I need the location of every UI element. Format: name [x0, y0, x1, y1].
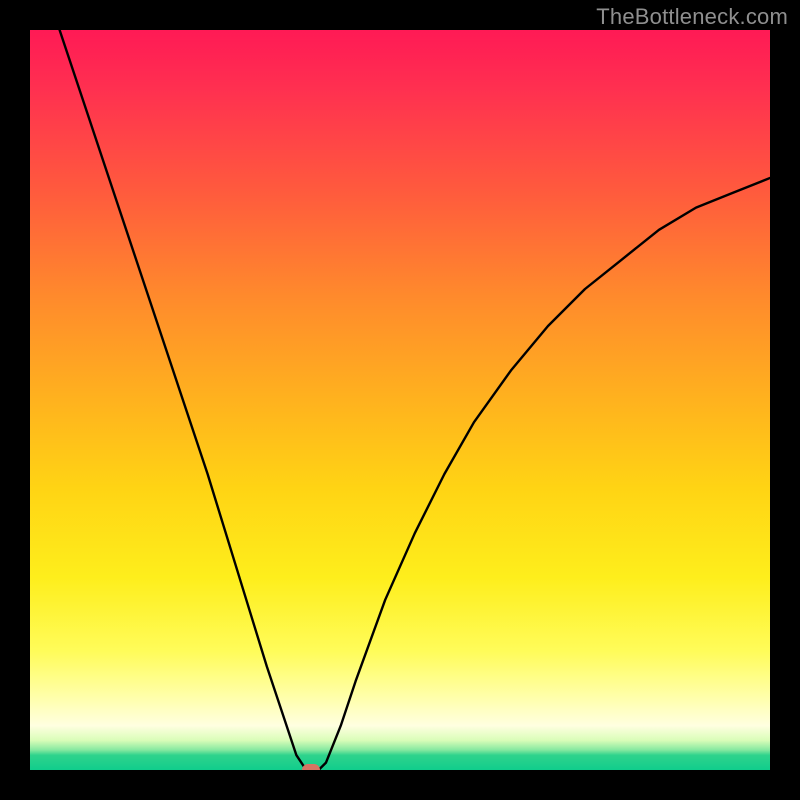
watermark-text: TheBottleneck.com	[596, 4, 788, 30]
chart-frame: TheBottleneck.com	[0, 0, 800, 800]
bottleneck-curve	[30, 30, 770, 770]
minimum-marker	[302, 764, 320, 770]
plot-area	[30, 30, 770, 770]
